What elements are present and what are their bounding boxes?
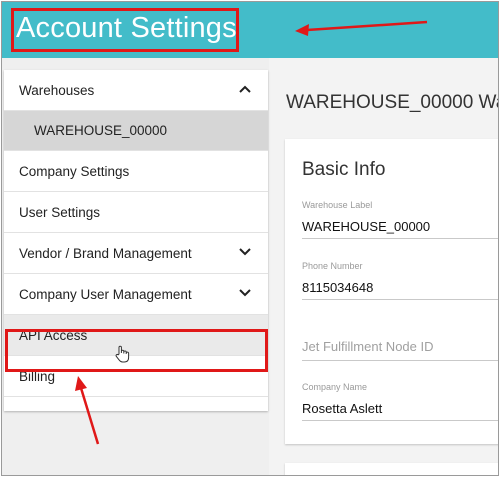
- app-header: Account Settings: [2, 2, 498, 58]
- field-underline: [302, 299, 498, 300]
- sidebar-item-label: Company Settings: [19, 163, 130, 179]
- api-access-highlight-box: [5, 329, 268, 372]
- company-name-field[interactable]: Rosetta Aslett: [302, 401, 382, 416]
- sidebar-item-vendor-brand-management[interactable]: Vendor / Brand Management: [4, 233, 268, 274]
- sidebar-item-company-settings[interactable]: Company Settings: [4, 151, 268, 192]
- warehouse-label-field[interactable]: WAREHOUSE_00000: [302, 219, 430, 234]
- title-highlight-box: [11, 8, 239, 52]
- warehouse-heading: WAREHOUSE_00000 Wa: [286, 92, 499, 113]
- chevron-down-icon[interactable]: [238, 286, 252, 300]
- sidebar-item-company-user-management[interactable]: Company User Management: [4, 274, 268, 315]
- warehouse-label-label: Warehouse Label: [302, 200, 373, 210]
- chevron-up-icon[interactable]: [238, 82, 252, 96]
- card-title: Basic Info: [302, 159, 386, 180]
- sidebar-item-warehouse-00000[interactable]: WAREHOUSE_00000: [4, 111, 268, 151]
- next-card: [285, 463, 498, 475]
- field-underline: [302, 238, 498, 239]
- sidebar-item-label: WAREHOUSE_00000: [34, 123, 168, 138]
- jet-fulfillment-node-id-field[interactable]: Jet Fulfillment Node ID: [302, 339, 434, 354]
- company-name-label: Company Name: [302, 382, 368, 392]
- hand-cursor-icon: [115, 345, 130, 363]
- sidebar-item-label: Vendor / Brand Management: [19, 245, 192, 261]
- sidebar-item-user-settings[interactable]: User Settings: [4, 192, 268, 233]
- field-underline: [302, 420, 498, 421]
- sidebar-item-label: User Settings: [19, 204, 101, 220]
- sidebar-item-label: Warehouses: [19, 82, 95, 98]
- field-underline: [302, 360, 498, 361]
- screenshot-frame: Account Settings Warehouses WAREHOUSE_00…: [1, 1, 499, 476]
- chevron-down-icon[interactable]: [238, 245, 252, 259]
- phone-number-field[interactable]: 8115034648: [302, 280, 373, 295]
- sidebar-item-label: Company User Management: [19, 286, 192, 302]
- sidebar-item-warehouses[interactable]: Warehouses: [4, 70, 268, 111]
- phone-number-label: Phone Number: [302, 261, 363, 271]
